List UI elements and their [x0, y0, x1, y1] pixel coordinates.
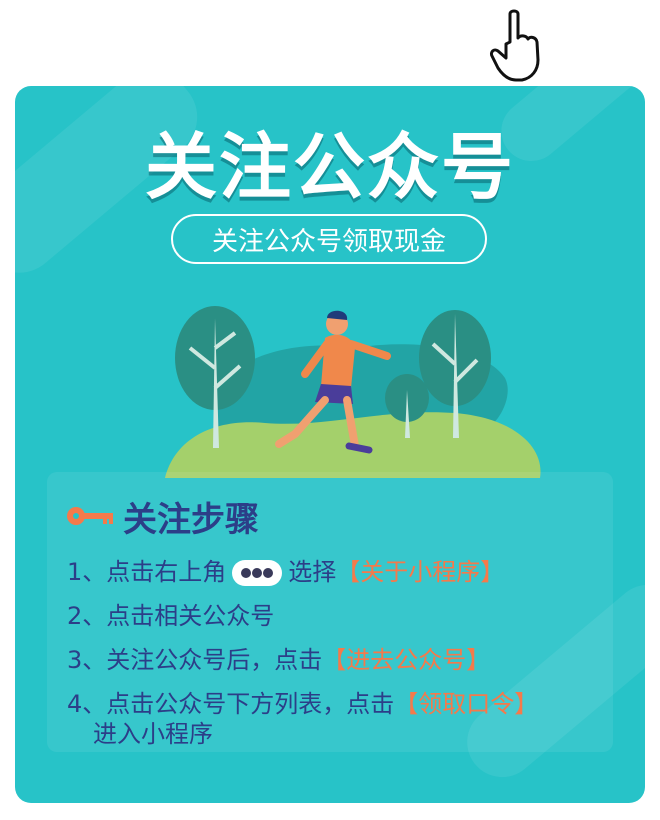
step-1: 1、点击右上角 选择【关于小程序】: [67, 556, 504, 588]
step-3: 3、关注公众号后，点击【进去公众号】: [67, 644, 490, 676]
more-dots-icon: [232, 560, 283, 586]
subtitle-pill: 关注公众号领取现金: [171, 214, 487, 264]
page-title: 关注公众号: [144, 125, 515, 209]
key-icon: [67, 507, 113, 525]
step-text: 4、点击公众号下方列表，点击: [67, 690, 395, 718]
steps-header: 关注步骤: [65, 492, 259, 540]
steps-title: 关注步骤: [123, 499, 259, 540]
step-highlight: 【进去公众号】: [322, 646, 491, 674]
runner-illustration: [165, 306, 541, 478]
step-text: 1、点击右上角: [67, 558, 227, 586]
step-highlight: 【关于小程序】: [336, 558, 505, 586]
step-text: 3、关注公众号后，点击: [67, 646, 323, 674]
hand-pointer-icon: [490, 9, 540, 82]
step-4-line2: 进入小程序: [93, 720, 213, 748]
step-2: 2、点击相关公众号: [67, 600, 274, 632]
step-text: 2、点击相关公众号: [67, 602, 275, 630]
steps-panel: 关注步骤 1、点击右上角 选择【关于小程序】 2、点击相关公众号 3、关注公众号后…: [47, 472, 613, 752]
promo-card: 关注公众号 关注公众号领取现金 关注步骤 1、点击右上角 选择【关于小程序】 2…: [15, 86, 645, 803]
step-4: 4、点击公众号下方列表，点击【领取口令】: [67, 688, 538, 720]
step-text: 选择: [288, 558, 337, 586]
step-highlight: 【领取口令】: [394, 690, 539, 718]
